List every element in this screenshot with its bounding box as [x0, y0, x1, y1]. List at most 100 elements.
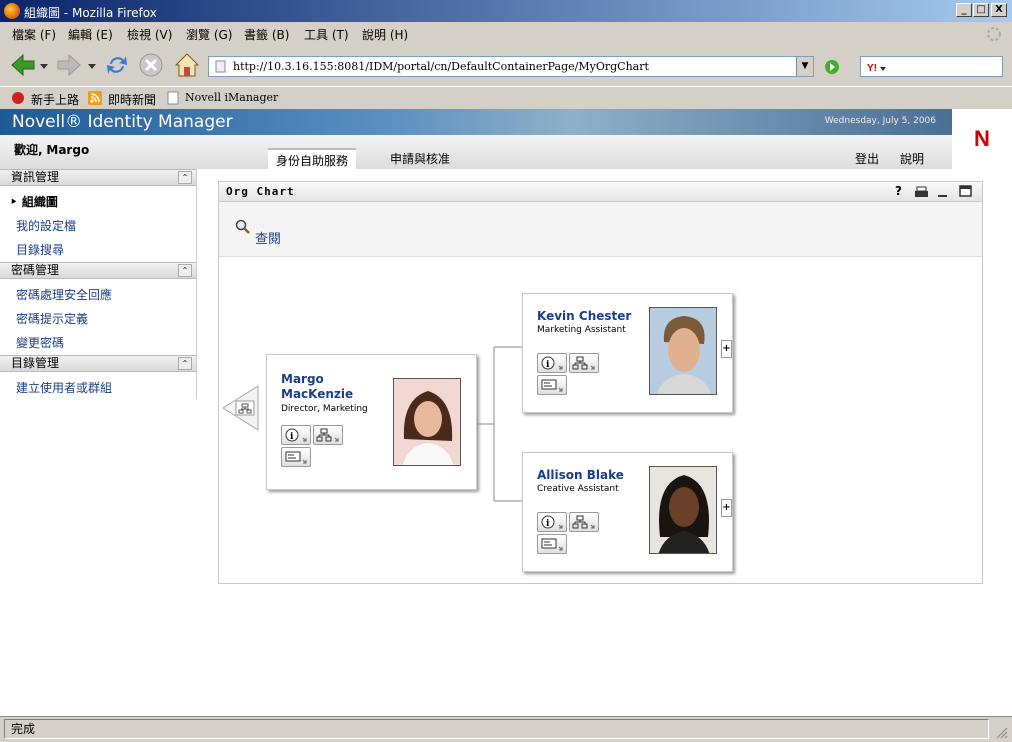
menu-bookmarks[interactable]: 書籤 (B) — [244, 26, 289, 43]
sidebar-item-create-user-group[interactable]: 建立使用者或群組 — [16, 379, 112, 396]
collapse-icon[interactable]: ⌃ — [178, 171, 192, 184]
info-icon: i — [285, 428, 307, 442]
hierarchy-icon — [572, 356, 595, 370]
report-card-allison: Allison Blake Creative Assistant i — [522, 452, 733, 572]
menu-bar: 檔案 (F) 編輯 (E) 檢視 (V) 瀏覽 (G) 書籤 (B) 工具 (T… — [0, 22, 1012, 44]
menu-tools[interactable]: 工具 (T) — [304, 26, 349, 43]
back-dropdown-icon[interactable] — [40, 64, 48, 70]
page-content: Novell® Identity Manager Wednesday, July… — [0, 109, 1012, 716]
menu-edit[interactable]: 編輯 (E) — [68, 26, 113, 43]
org-chart-button[interactable] — [569, 512, 599, 532]
report-name[interactable]: Kevin Chester — [537, 309, 631, 323]
stop-icon[interactable] — [136, 50, 166, 80]
novell-logo: N — [952, 109, 1012, 169]
url-bar[interactable]: http://10.3.16.155:8081/IDM/portal/cn/De… — [208, 56, 814, 77]
sidebar-item-org-chart[interactable]: ‣ 組織圖 — [10, 193, 58, 210]
maximize-portlet-icon[interactable] — [959, 185, 972, 198]
sidebar-item-password-hint[interactable]: 密碼提示定義 — [16, 310, 88, 327]
email-button[interactable] — [281, 447, 311, 467]
report-card-kevin: Kevin Chester Marketing Assistant i — [522, 293, 733, 413]
info-button[interactable]: i — [281, 425, 311, 445]
header-tabs-bar: 歡迎, Margo 身份自助服務 申請與核准 登出 說明 — [0, 135, 952, 171]
resize-grip-icon[interactable] — [994, 725, 1008, 739]
menu-view[interactable]: 檢視 (V) — [127, 26, 172, 43]
close-button[interactable]: X — [991, 3, 1007, 17]
back-icon[interactable] — [8, 50, 38, 80]
tab-requests-approvals[interactable]: 申請與核准 — [382, 148, 458, 169]
collapse-icon[interactable]: ⌃ — [178, 264, 192, 277]
hierarchy-icon — [572, 515, 595, 529]
go-icon[interactable] — [824, 59, 840, 75]
help-link[interactable]: 說明 — [892, 148, 932, 169]
info-button[interactable]: i — [537, 353, 567, 373]
welcome-message: 歡迎, Margo — [14, 141, 89, 158]
bookmark-live-news[interactable]: 即時新聞 — [108, 91, 156, 108]
report-title: Creative Assistant — [537, 484, 619, 494]
yahoo-search-icon[interactable]: Y! — [865, 60, 887, 73]
info-button[interactable]: i — [537, 512, 567, 532]
home-icon[interactable] — [172, 50, 202, 80]
sidebar-section-password-management[interactable]: 密碼管理 ⌃ — [0, 262, 196, 279]
url-dropdown-button[interactable]: ▼ — [796, 57, 813, 76]
email-button[interactable] — [537, 534, 567, 554]
email-card-icon — [541, 379, 563, 392]
sidebar-divider — [196, 169, 197, 399]
menu-file[interactable]: 檔案 (F) — [12, 26, 56, 43]
url-text: http://10.3.16.155:8081/IDM/portal/cn/De… — [233, 60, 649, 73]
page-bookmark-icon — [167, 91, 179, 105]
forward-icon[interactable] — [54, 50, 84, 80]
collapse-icon[interactable]: ⌃ — [178, 357, 192, 370]
maximize-button[interactable]: □ — [973, 3, 989, 17]
sidebar: 資訊管理 ⌃ ‣ 組織圖 我的設定檔 目錄搜尋 密碼管理 ⌃ 密碼處理安全回應 密碼… — [0, 169, 196, 399]
sidebar-item-my-profile[interactable]: 我的設定檔 — [16, 217, 76, 234]
window-title: 組織圖 - Mozilla Firefox — [24, 6, 157, 20]
identity-manager-banner: Novell® Identity Manager Wednesday, July… — [0, 109, 952, 135]
lookup-link[interactable]: 查閱 — [255, 228, 281, 247]
firefox-bookmark-icon — [12, 92, 24, 104]
manager-first-name[interactable]: Margo — [281, 372, 324, 386]
date-display: Wednesday, July 5, 2006 — [824, 116, 936, 126]
sidebar-item-change-password[interactable]: 變更密碼 — [16, 334, 64, 351]
reload-icon[interactable] — [102, 50, 132, 80]
show-manager-arrow[interactable] — [222, 385, 260, 431]
svg-text:i: i — [290, 432, 294, 442]
sidebar-section-info-management[interactable]: 資訊管理 ⌃ — [0, 169, 196, 186]
welcome-label: 歡迎, — [14, 143, 43, 157]
minimize-button[interactable]: _ — [956, 3, 972, 17]
email-button[interactable] — [537, 375, 567, 395]
portlet-title: Org Chart — [226, 185, 295, 198]
org-chart-button[interactable] — [313, 425, 343, 445]
brand-title: Novell® Identity Manager — [12, 112, 233, 132]
expand-button-kevin[interactable]: + — [721, 340, 732, 358]
user-name: Margo — [46, 143, 90, 157]
report-name[interactable]: Allison Blake — [537, 468, 624, 482]
print-icon[interactable] — [915, 186, 928, 198]
tab-identity-self-service[interactable]: 身份自助服務 — [268, 148, 357, 171]
info-icon: i — [541, 356, 563, 370]
menu-go[interactable]: 瀏覽 (G) — [186, 26, 232, 43]
sidebar-section-title: 目錄管理 — [11, 356, 60, 370]
bookmark-imanager[interactable]: Novell iManager — [185, 91, 278, 104]
minimize-portlet-icon[interactable] — [937, 186, 949, 198]
sidebar-section-directory-management[interactable]: 目錄管理 ⌃ — [0, 355, 196, 372]
logout-link[interactable]: 登出 — [847, 148, 887, 169]
menu-help[interactable]: 說明 (H) — [362, 26, 408, 43]
magnifier-icon[interactable] — [235, 219, 251, 235]
forward-dropdown-icon[interactable] — [88, 64, 96, 70]
expand-button-allison[interactable]: + — [721, 499, 732, 517]
manager-title: Director, Marketing — [281, 404, 368, 414]
sidebar-section-title: 密碼管理 — [11, 263, 60, 277]
throbber-icon — [987, 27, 1001, 41]
hierarchy-icon — [316, 428, 339, 442]
sidebar-item-label: 組織圖 — [21, 195, 58, 209]
bookmark-getting-started[interactable]: 新手上路 — [31, 91, 79, 108]
svg-text:i: i — [546, 519, 550, 529]
manager-last-name[interactable]: MacKenzie — [281, 387, 353, 401]
portlet-titlebar: Org Chart ? — [219, 182, 982, 202]
search-input[interactable]: Y! — [860, 56, 1003, 77]
sidebar-item-challenge-response[interactable]: 密碼處理安全回應 — [16, 286, 112, 303]
sidebar-item-directory-search[interactable]: 目錄搜尋 — [16, 241, 64, 258]
rss-icon — [88, 91, 102, 105]
help-icon[interactable]: ? — [895, 184, 902, 198]
org-chart-button[interactable] — [569, 353, 599, 373]
